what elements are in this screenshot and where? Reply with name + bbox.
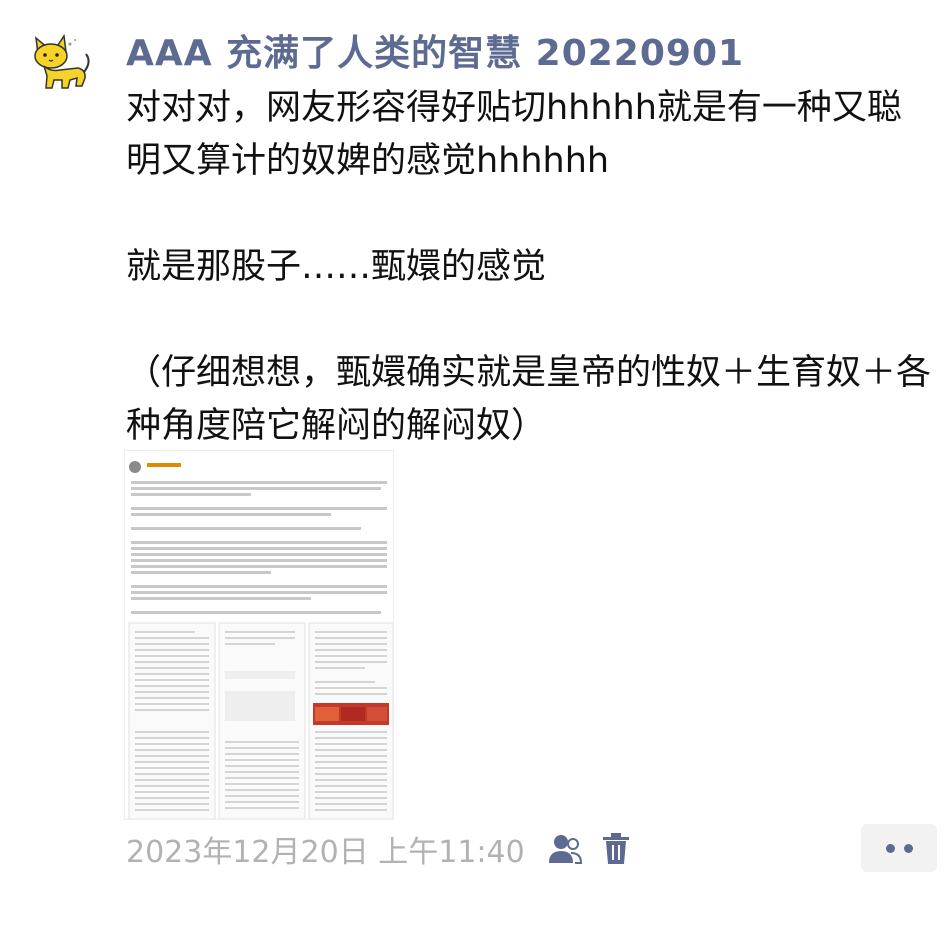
- post-text: 对对对，网友形容得好贴切hhhhh就是有一种又聪明又算计的奴婢的感觉hhhhhh…: [126, 82, 936, 453]
- post-paragraph: （仔细想想，甄嬛确实就是皇帝的性奴＋生育奴＋各种角度陪它解闷的解闷奴）: [126, 353, 932, 446]
- more-dots-button[interactable]: [861, 824, 937, 872]
- screenshot-thumbnail: [125, 451, 393, 819]
- post-paragraph: 对对对，网友形容得好贴切hhhhh就是有一种又聪明又算计的奴婢的感觉hhhhhh: [126, 88, 902, 181]
- trash-icon[interactable]: [601, 832, 631, 866]
- avatar[interactable]: [30, 32, 92, 94]
- attached-image[interactable]: [124, 450, 394, 820]
- post-footer: 2023年12月20日 上午11:40: [126, 826, 631, 872]
- username[interactable]: AAA 充满了人类的智慧 20220901: [126, 24, 744, 76]
- post-paragraph: 就是那股子……甄嬛的感觉: [126, 247, 547, 287]
- dot-icon: [903, 843, 913, 853]
- moments-post: AAA 充满了人类的智慧 20220901 对对对，网友形容得好贴切hhhhh就…: [0, 0, 949, 948]
- cat-avatar-icon: [34, 33, 90, 89]
- friends-visibility-icon[interactable]: [547, 831, 583, 867]
- post-timestamp: 2023年12月20日 上午11:40: [126, 835, 525, 870]
- dot-icon: [885, 843, 895, 853]
